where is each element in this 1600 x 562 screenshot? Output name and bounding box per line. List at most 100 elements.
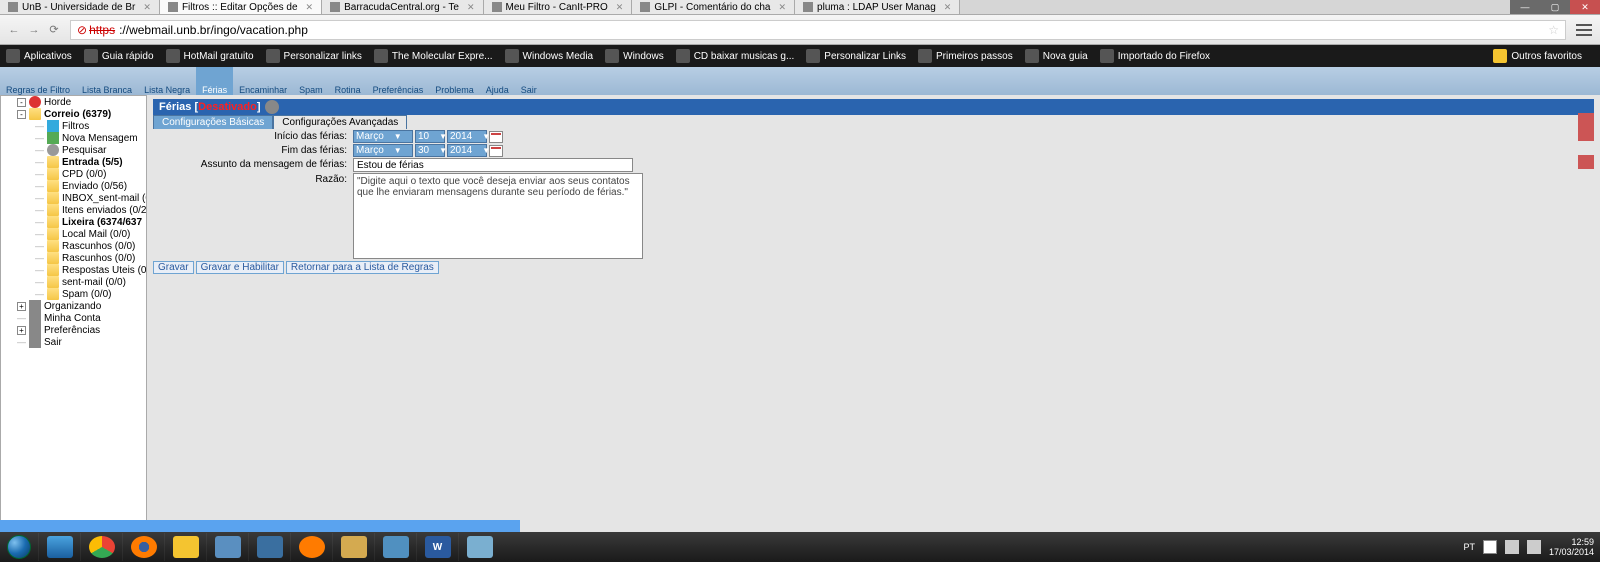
subject-input[interactable] [353,158,633,172]
save-enable-button[interactable]: Gravar e Habilitar [196,261,284,274]
tree-item[interactable]: —Entrada (5/5) [1,156,146,168]
end-day-select[interactable]: 30▼ [415,144,445,157]
browser-tab[interactable]: GLPI - Comentário do cha✕ [632,0,795,14]
end-month-select[interactable]: Março▼ [353,144,413,157]
reason-textarea[interactable]: "Digite aqui o texto que você deseja env… [353,173,643,259]
browser-menu-icon[interactable] [1576,24,1592,36]
row-action-icon[interactable] [1578,113,1594,127]
window-maximize-button[interactable]: ▢ [1540,0,1570,14]
toolbar-button[interactable]: Rotina [329,67,367,95]
tray-network-icon[interactable] [1505,540,1519,554]
tree-item[interactable]: —Nova Mensagem [1,132,146,144]
tab-close-icon[interactable]: ✕ [778,2,786,13]
start-day-select[interactable]: 10▼ [415,130,445,143]
start-button[interactable] [0,532,38,562]
tab-basic-config[interactable]: Configurações Básicas [153,115,273,129]
tab-close-icon[interactable]: ✕ [467,2,475,13]
tree-item[interactable]: —Local Mail (0/0) [1,228,146,240]
start-month-select[interactable]: Março▼ [353,130,413,143]
toolbar-button[interactable]: Encaminhar [233,67,293,95]
window-close-button[interactable]: ✕ [1570,0,1600,14]
tree-item[interactable]: —sent-mail (0/0) [1,276,146,288]
browser-tab[interactable]: BarracudaCentral.org - Te✕ [322,0,483,14]
apps-button[interactable]: Aplicativos [6,49,72,63]
bookmark-item[interactable]: Primeiros passos [918,49,1013,63]
back-button[interactable]: ← [6,22,22,38]
taskbar-app[interactable] [248,533,290,561]
tree-item[interactable]: -Horde [1,96,146,108]
tree-expand-icon[interactable]: + [17,326,26,335]
bookmark-item[interactable]: The Molecular Expre... [374,49,493,63]
bookmark-item[interactable]: Windows [605,49,664,63]
tab-close-icon[interactable]: ✕ [143,2,151,13]
bookmark-item[interactable]: Importado do Firefox [1100,49,1210,63]
toolbar-button[interactable]: Férias [196,67,233,95]
tree-item[interactable]: —Lixeira (6374/637 [1,216,146,228]
save-button[interactable]: Gravar [153,261,194,274]
calendar-icon[interactable] [489,131,503,143]
taskbar-app-firefox[interactable] [122,533,164,561]
toolbar-button[interactable]: Lista Negra [138,67,196,95]
tab-close-icon[interactable]: ✕ [306,2,314,13]
toolbar-button[interactable]: Ajuda [480,67,515,95]
taskbar-app[interactable] [374,533,416,561]
tree-expand-icon[interactable]: + [17,302,26,311]
taskbar-app[interactable] [458,533,500,561]
tree-item[interactable]: —Itens enviados (0/2 [1,204,146,216]
toolbar-button[interactable]: Spam [293,67,329,95]
window-minimize-button[interactable]: — [1510,0,1540,14]
forward-button[interactable]: → [26,22,42,38]
url-bar[interactable]: ⊘ https ://webmail.unb.br/ingo/vacation.… [70,20,1566,40]
bookmark-item[interactable]: Nova guia [1025,49,1088,63]
gear-icon[interactable] [265,100,279,114]
browser-tab[interactable]: pluma : LDAP User Manag✕ [795,0,960,14]
tree-item[interactable]: —INBOX_sent-mail (0 [1,192,146,204]
taskbar-app-word[interactable]: W [416,533,458,561]
bookmark-star-icon[interactable]: ☆ [1548,23,1559,37]
taskbar-app[interactable] [332,533,374,561]
calendar-icon[interactable] [489,145,503,157]
bookmark-item[interactable]: CD baixar musicas g... [676,49,795,63]
toolbar-button[interactable]: Problema [429,67,480,95]
bookmark-item[interactable]: Personalizar links [266,49,362,63]
bookmark-item[interactable]: HotMail gratuito [166,49,254,63]
tray-lang[interactable]: PT [1463,542,1475,552]
tree-item[interactable]: —Rascunhos (0/0) [1,240,146,252]
toolbar-button[interactable]: Regras de Filtro [0,67,76,95]
row-action-icon[interactable] [1578,127,1594,141]
tree-expand-icon[interactable]: - [17,110,26,119]
tree-item[interactable]: —Spam (0/0) [1,288,146,300]
tree-item[interactable]: —CPD (0/0) [1,168,146,180]
toolbar-button[interactable]: Sair [515,67,543,95]
taskbar-app-media[interactable] [290,533,332,561]
browser-tab[interactable]: Filtros :: Editar Opções de✕ [160,0,322,14]
tree-item[interactable]: —Respostas Uteis (0 [1,264,146,276]
tray-clock[interactable]: 12:59 17/03/2014 [1549,537,1594,557]
taskbar-app-chrome[interactable] [80,533,122,561]
tree-item[interactable]: —Pesquisar [1,144,146,156]
toolbar-button[interactable]: Preferências [367,67,430,95]
toolbar-button[interactable]: Lista Branca [76,67,138,95]
tree-item[interactable]: +Organizando [1,300,146,312]
tree-item[interactable]: —Enviado (0/56) [1,180,146,192]
browser-tab[interactable]: Meu Filtro - CanIt-PRO✕ [484,0,633,14]
tray-flag-icon[interactable] [1483,540,1497,554]
return-button[interactable]: Retornar para a Lista de Regras [286,261,439,274]
tree-item[interactable]: —Sair [1,336,146,348]
tree-item[interactable]: —Rascunhos (0/0) [1,252,146,264]
tab-advanced-config[interactable]: Configurações Avançadas [273,115,407,129]
bookmark-item[interactable]: Personalizar Links [806,49,906,63]
end-year-select[interactable]: 2014▼ [447,144,487,157]
taskbar-app-ie[interactable] [38,533,80,561]
start-year-select[interactable]: 2014▼ [447,130,487,143]
tree-item[interactable]: +Preferências [1,324,146,336]
taskbar-app-explorer[interactable] [164,533,206,561]
tray-volume-icon[interactable] [1527,540,1541,554]
taskbar-app[interactable] [206,533,248,561]
bookmark-item[interactable]: Guia rápido [84,49,154,63]
tree-item[interactable]: -Correio (6379) [1,108,146,120]
tree-expand-icon[interactable]: - [17,98,26,107]
row-action-icon[interactable] [1578,155,1594,169]
bookmark-item[interactable]: Windows Media [505,49,594,63]
reload-button[interactable]: ⟳ [46,22,62,38]
